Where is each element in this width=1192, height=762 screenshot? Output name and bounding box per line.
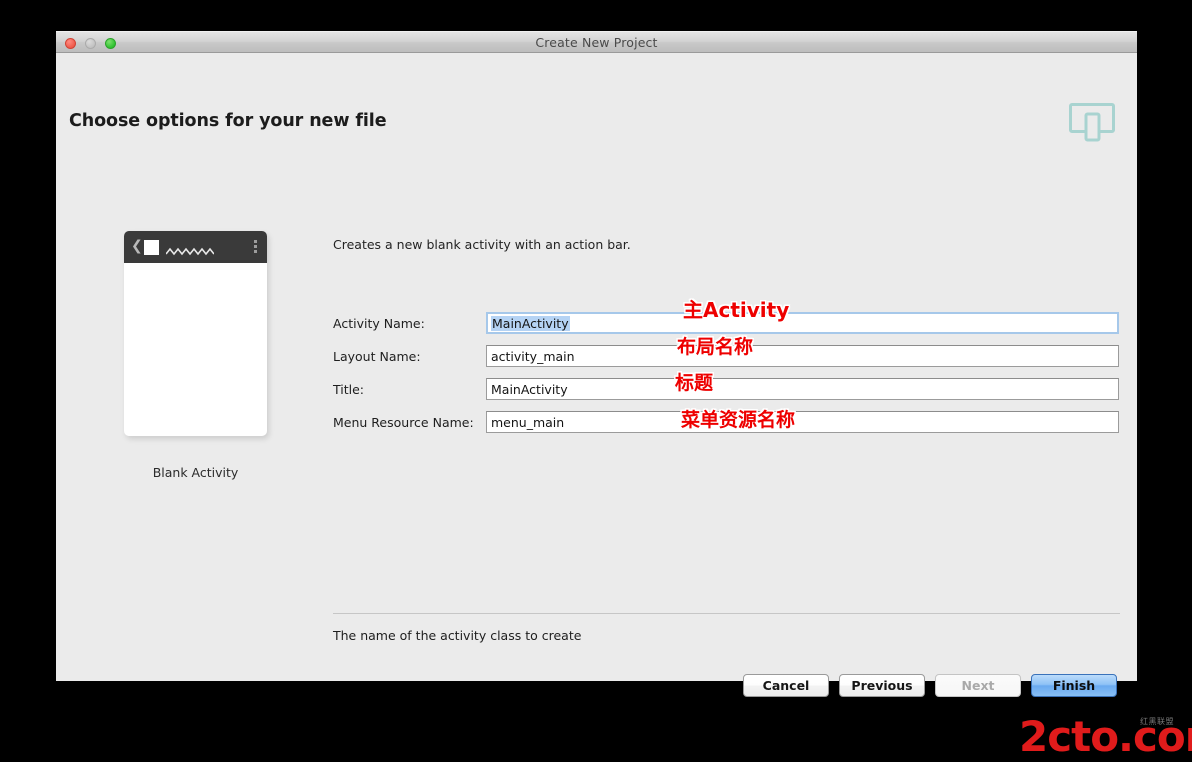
page-title: Choose options for your new file	[69, 111, 387, 131]
activity-preview-thumbnail[interactable]: ❮	[124, 231, 267, 436]
previous-button[interactable]: Previous	[839, 674, 925, 697]
window-titlebar: Create New Project	[56, 31, 1137, 53]
annotation-layout-name: 布局名称	[677, 336, 754, 358]
layout-name-input[interactable]: activity_main	[486, 345, 1119, 367]
activity-name-input[interactable]: MainActivity	[486, 312, 1119, 334]
device-tablet-phone-icon	[1069, 102, 1115, 144]
watermark-subtext: 红黑联盟	[1140, 717, 1174, 726]
activity-name-label: Activity Name:	[333, 316, 425, 331]
finish-button[interactable]: Finish	[1031, 674, 1117, 697]
activity-name-value: MainActivity	[491, 316, 570, 331]
back-chevron-icon: ❮	[131, 238, 143, 254]
menu-resource-name-input[interactable]: menu_main	[486, 411, 1119, 433]
layout-name-label: Layout Name:	[333, 349, 421, 364]
template-description: Creates a new blank activity with an act…	[333, 237, 631, 252]
annotation-menu-resource-name: 菜单资源名称	[681, 409, 796, 431]
next-button: Next	[935, 674, 1021, 697]
preview-caption: Blank Activity	[152, 465, 239, 480]
status-hint-text: The name of the activity class to create	[333, 628, 582, 643]
site-watermark: 2cto.com 红黑联盟	[1019, 710, 1192, 761]
menu-resource-name-value: menu_main	[491, 415, 565, 430]
title-zigzag-placeholder-icon	[165, 242, 215, 261]
create-new-project-window: Create New Project Choose options for yo…	[56, 31, 1137, 697]
menu-resource-name-label: Menu Resource Name:	[333, 415, 474, 430]
layout-name-value: activity_main	[491, 349, 575, 364]
window-title: Create New Project	[535, 35, 658, 50]
footer-divider	[333, 613, 1120, 614]
three-dot-overflow-icon	[254, 240, 257, 255]
title-label: Title:	[333, 382, 364, 397]
title-input[interactable]: MainActivity	[486, 378, 1119, 400]
preview-action-bar: ❮	[124, 231, 267, 263]
title-value: MainActivity	[491, 382, 568, 397]
annotation-title: 标题	[675, 372, 714, 394]
app-square-icon	[144, 240, 159, 255]
cancel-button[interactable]: Cancel	[743, 674, 829, 697]
dialog-content: Choose options for your new file ❮ Blank…	[56, 53, 1137, 697]
annotation-activity-name: 主Activity	[683, 298, 790, 322]
dialog-button-bar: Cancel Previous Next Finish	[743, 674, 1117, 697]
